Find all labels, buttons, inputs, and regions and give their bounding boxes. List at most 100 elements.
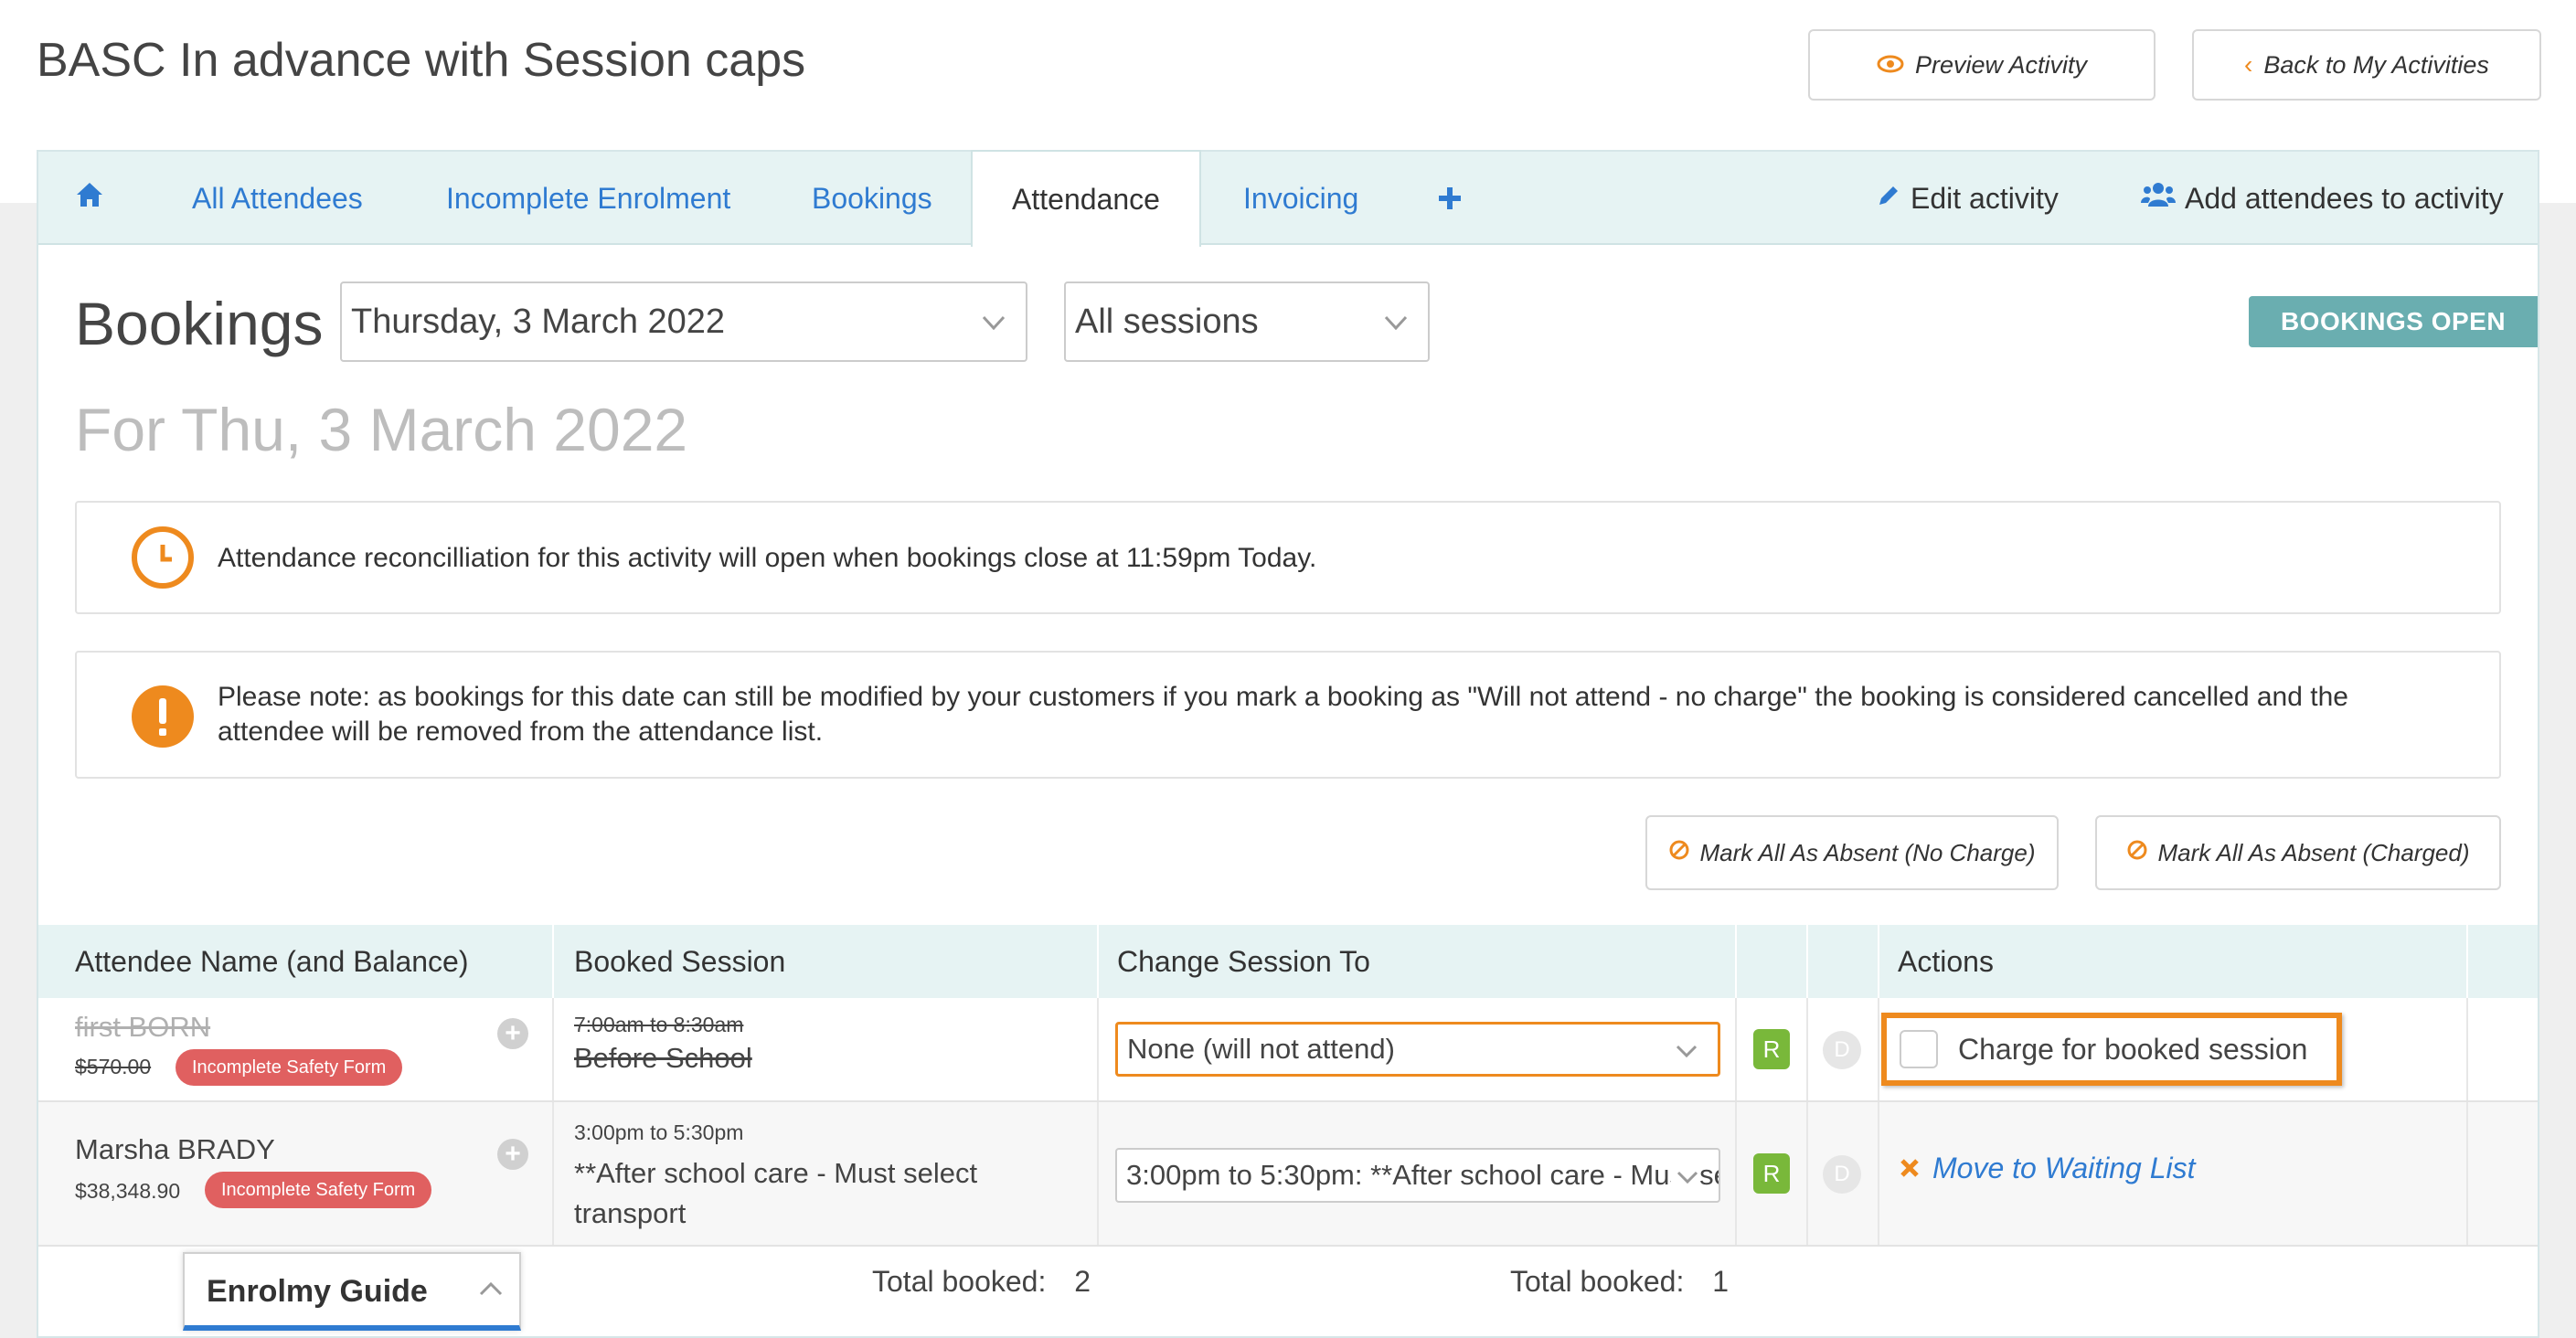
registered-badge[interactable]: R [1753,1029,1790,1069]
add-booking-plus-icon[interactable]: + [497,1018,528,1049]
cell-divider [1806,998,1808,1100]
total-label: Total booked: [1510,1265,1685,1298]
chevron-down-icon [1671,1160,1698,1191]
edit-activity-label: Edit activity [1911,181,2059,215]
ban-icon [2126,839,2148,867]
tab-bookings[interactable]: Bookings [812,152,932,245]
tab-home[interactable] [75,152,104,245]
cancel-notice-text: Please note: as bookings for this date c… [218,682,2348,747]
mark-all-absent-charged-button[interactable]: Mark All As Absent (Charged) [2095,815,2501,890]
header-divider [1878,925,1879,998]
attendee-name[interactable]: first BORN [75,1011,210,1044]
booked-session-time: 3:00pm to 5:30pm [574,1120,744,1144]
total-value: 1 [1712,1265,1730,1298]
enrolmy-guide-widget[interactable]: Enrolmy Guide [183,1252,521,1331]
col-booked-session: Booked Session [574,944,786,978]
change-session-select[interactable]: None (will not attend) [1115,1022,1720,1077]
cell-divider [1878,1102,1879,1245]
header-divider [552,925,554,998]
chevron-left-icon: ‹ [2244,50,2253,79]
pencil-icon [1876,182,1901,216]
col-actions: Actions [1898,944,1994,978]
header-divider [1097,925,1099,998]
eye-icon [1877,50,1904,80]
change-session-value: None (will not attend) [1127,1033,1395,1065]
registered-badge[interactable]: R [1753,1153,1790,1194]
session-select[interactable]: All sessions [1064,281,1430,362]
chevron-up-icon[interactable] [479,1272,503,1303]
mark-all-absent-no-charge-label: Mark All As Absent (No Charge) [1699,838,2036,866]
chevron-down-icon [1384,306,1408,337]
home-icon [75,181,104,216]
incomplete-safety-form-badge[interactable]: Incomplete Safety Form [205,1172,432,1208]
d-badge[interactable]: D [1823,1155,1861,1194]
header-divider [1735,925,1737,998]
cell-divider [1735,998,1737,1100]
add-attendees-link[interactable]: Add attendees to activity [2141,152,2504,245]
date-select-value: Thursday, 3 March 2022 [351,302,726,341]
table-header: Attendee Name (and Balance) Booked Sessi… [38,925,2538,998]
add-booking-plus-icon[interactable]: + [497,1139,528,1170]
charge-for-booked-session-option[interactable]: Charge for booked session [1881,1013,2342,1086]
reconcile-notice-text: Attendance reconcilliation for this acti… [218,543,1317,573]
cell-divider [1735,1102,1737,1245]
col-attendee-name: Attendee Name (and Balance) [75,944,469,978]
total-label: Total booked: [872,1265,1047,1298]
tab-attendance[interactable]: Attendance [971,150,1201,247]
date-select[interactable]: Thursday, 3 March 2022 [340,281,1027,362]
back-label: Back to My Activities [2263,50,2489,79]
activity-panel: All Attendees Incomplete Enrolment Booki… [37,150,2539,1338]
d-badge[interactable]: D [1823,1031,1861,1069]
total-booked-session: Total booked: 2 [872,1265,1091,1299]
mark-all-absent-no-charge-button[interactable]: Mark All As Absent (No Charge) [1645,815,2059,890]
attendee-balance: $38,348.90 [75,1179,181,1203]
preview-activity-button[interactable]: Preview Activity [1808,29,2156,101]
bookings-status-badge: BOOKINGS OPEN [2249,296,2538,347]
close-icon [1900,1152,1920,1185]
preview-activity-label: Preview Activity [1914,50,2088,79]
cell-divider [1097,998,1099,1100]
reconcile-notice: Attendance reconcilliation for this acti… [75,501,2501,614]
cancel-notice: Please note: as bookings for this date c… [75,651,2501,779]
add-attendees-label: Add attendees to activity [2185,181,2504,215]
tab-invoicing[interactable]: Invoicing [1243,152,1358,245]
chevron-down-icon [1670,1034,1698,1065]
enrolmy-guide-label: Enrolmy Guide [207,1274,428,1309]
attendee-name[interactable]: Marsha BRADY [75,1133,275,1166]
total-change-session: Total booked: 1 [1510,1265,1729,1299]
table-row: first BORN $570.00 Incomplete Safety For… [38,998,2538,1100]
incomplete-safety-form-badge[interactable]: Incomplete Safety Form [176,1049,403,1086]
add-tab-plus-icon[interactable] [1437,152,1463,245]
cell-divider [2466,998,2468,1100]
cell-divider [1806,1102,1808,1245]
tab-incomplete-enrolment[interactable]: Incomplete Enrolment [446,152,730,245]
change-session-value: 3:00pm to 5:30pm: **After school care - … [1126,1159,1719,1191]
booked-session-name: Before School [574,1042,752,1074]
total-value: 2 [1074,1265,1091,1298]
edit-activity-link[interactable]: Edit activity [1876,152,2059,245]
header-divider [1806,925,1808,998]
tab-all-attendees[interactable]: All Attendees [192,152,363,245]
exclamation-icon [132,685,194,748]
back-to-my-activities-button[interactable]: ‹ Back to My Activities [2192,29,2541,101]
table-row: Marsha BRADY $38,348.90 Incomplete Safet… [38,1102,2538,1245]
cell-divider [552,998,554,1100]
change-session-select[interactable]: 3:00pm to 5:30pm: **After school care - … [1115,1148,1720,1203]
clock-icon [132,526,194,589]
chevron-down-icon [982,306,1006,337]
users-icon [2141,181,2176,216]
booked-session-time: 7:00am to 8:30am [574,1013,744,1036]
cell-divider [2466,1102,2468,1245]
ban-icon [1668,839,1690,867]
date-heading: For Thu, 3 March 2022 [75,396,688,463]
charge-label: Charge for booked session [1958,1032,2308,1066]
header-divider [2466,925,2468,998]
move-to-waiting-list-link[interactable]: Move to Waiting List [1900,1152,2196,1185]
attendee-balance: $570.00 [75,1055,152,1078]
charge-checkbox[interactable] [1900,1030,1938,1068]
move-to-waiting-list-label: Move to Waiting List [1932,1152,2196,1184]
bookings-heading: Bookings [75,290,324,357]
page-title: BASC In advance with Session caps [37,34,806,87]
col-change-session: Change Session To [1117,944,1370,978]
mark-all-absent-charged-label: Mark All As Absent (Charged) [2157,838,2470,866]
